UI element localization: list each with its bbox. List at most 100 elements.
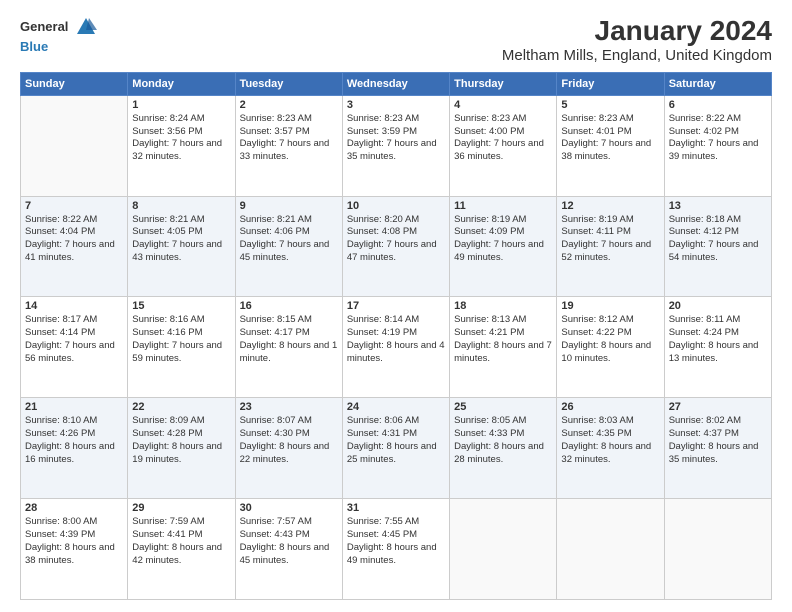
table-row: 25Sunrise: 8:05 AMSunset: 4:33 PMDayligh… [450, 398, 557, 499]
table-row: 31 Sunrise: 7:55 AMSunset: 4:45 PMDayligh… [342, 499, 449, 600]
day-info: Sunrise: 8:21 AMSunset: 4:06 PMDaylight:… [240, 214, 338, 265]
day-info: Sunrise: 8:07 AMSunset: 4:30 PMDaylight:… [240, 415, 338, 466]
day-number: 13 [669, 200, 767, 212]
day-number: 11 [454, 200, 552, 212]
col-saturday: Saturday [664, 72, 771, 95]
logo-icon [75, 16, 97, 38]
calendar-week-2: 7 Sunrise: 8:22 AMSunset: 4:04 PMDaylight… [21, 196, 772, 297]
day-info: Sunrise: 8:22 AMSunset: 4:04 PMDaylight:… [25, 214, 123, 265]
table-row [664, 499, 771, 600]
col-thursday: Thursday [450, 72, 557, 95]
day-info: Sunrise: 8:19 AMSunset: 4:09 PMDaylight:… [454, 214, 552, 265]
col-wednesday: Wednesday [342, 72, 449, 95]
logo-blue: Blue [20, 39, 48, 54]
table-row: 14 Sunrise: 8:17 AMSunset: 4:14 PMDayligh… [21, 297, 128, 398]
day-info: Sunrise: 8:03 AMSunset: 4:35 PMDaylight:… [561, 415, 659, 466]
day-info: Sunrise: 8:11 AMSunset: 4:24 PMDaylight:… [669, 314, 767, 365]
day-info: Sunrise: 8:23 AMSunset: 4:01 PMDaylight:… [561, 113, 659, 164]
day-number: 30 [240, 502, 338, 514]
table-row: 9Sunrise: 8:21 AMSunset: 4:06 PMDaylight… [235, 196, 342, 297]
page: General Blue January 2024 Meltham Mills,… [0, 0, 792, 612]
day-number: 4 [454, 99, 552, 111]
table-row: 7 Sunrise: 8:22 AMSunset: 4:04 PMDaylight… [21, 196, 128, 297]
table-row: 26Sunrise: 8:03 AMSunset: 4:35 PMDayligh… [557, 398, 664, 499]
day-info: Sunrise: 8:20 AMSunset: 4:08 PMDaylight:… [347, 214, 445, 265]
day-info: Sunrise: 8:13 AMSunset: 4:21 PMDaylight:… [454, 314, 552, 365]
table-row: 22Sunrise: 8:09 AMSunset: 4:28 PMDayligh… [128, 398, 235, 499]
day-number: 31 [347, 502, 445, 514]
table-row: 15 Sunrise: 8:16 AMSunset: 4:16 PMDayligh… [128, 297, 235, 398]
table-row: 6 Sunrise: 8:22 AMSunset: 4:02 PMDaylight… [664, 95, 771, 196]
table-row: 13 Sunrise: 8:18 AMSunset: 4:12 PMDayligh… [664, 196, 771, 297]
day-info: Sunrise: 7:55 AMSunset: 4:45 PMDaylight:… [347, 516, 445, 567]
day-number: 10 [347, 200, 445, 212]
table-row: 3 Sunrise: 8:23 AMSunset: 3:59 PMDaylight… [342, 95, 449, 196]
day-number: 17 [347, 300, 445, 312]
table-row: 28 Sunrise: 8:00 AMSunset: 4:39 PMDayligh… [21, 499, 128, 600]
table-row: 8 Sunrise: 8:21 AMSunset: 4:05 PMDaylight… [128, 196, 235, 297]
day-info: Sunrise: 8:14 AMSunset: 4:19 PMDaylight:… [347, 314, 445, 365]
calendar: Sunday Monday Tuesday Wednesday Thursday… [20, 72, 772, 600]
day-number: 18 [454, 300, 552, 312]
day-number: 29 [132, 502, 230, 514]
day-number: 2 [240, 99, 338, 111]
table-row: 19Sunrise: 8:12 AMSunset: 4:22 PMDayligh… [557, 297, 664, 398]
day-info: Sunrise: 8:09 AMSunset: 4:28 PMDaylight:… [132, 415, 230, 466]
day-number: 12 [561, 200, 659, 212]
day-number: 5 [561, 99, 659, 111]
day-number: 23 [240, 401, 338, 413]
table-row: 30 Sunrise: 7:57 AMSunset: 4:43 PMDayligh… [235, 499, 342, 600]
day-info: Sunrise: 8:21 AMSunset: 4:05 PMDaylight:… [132, 214, 230, 265]
title-block: January 2024 Meltham Mills, England, Uni… [502, 16, 772, 64]
table-row: 24 Sunrise: 8:06 AMSunset: 4:31 PMDayligh… [342, 398, 449, 499]
table-row: 23 Sunrise: 8:07 AMSunset: 4:30 PMDayligh… [235, 398, 342, 499]
day-info: Sunrise: 8:23 AMSunset: 3:57 PMDaylight:… [240, 113, 338, 164]
logo: General Blue [20, 16, 97, 56]
day-info: Sunrise: 8:16 AMSunset: 4:16 PMDaylight:… [132, 314, 230, 365]
header-row: Sunday Monday Tuesday Wednesday Thursday… [21, 72, 772, 95]
table-row: 11 Sunrise: 8:19 AMSunset: 4:09 PMDayligh… [450, 196, 557, 297]
day-number: 24 [347, 401, 445, 413]
table-row [557, 499, 664, 600]
day-info: Sunrise: 8:23 AMSunset: 3:59 PMDaylight:… [347, 113, 445, 164]
table-row: 10 Sunrise: 8:20 AMSunset: 4:08 PMDayligh… [342, 196, 449, 297]
day-number: 1 [132, 99, 230, 111]
day-number: 14 [25, 300, 123, 312]
day-info: Sunrise: 8:10 AMSunset: 4:26 PMDaylight:… [25, 415, 123, 466]
day-number: 28 [25, 502, 123, 514]
day-number: 20 [669, 300, 767, 312]
calendar-week-4: 21Sunrise: 8:10 AMSunset: 4:26 PMDayligh… [21, 398, 772, 499]
calendar-week-1: 1 Sunrise: 8:24 AMSunset: 3:56 PMDaylight… [21, 95, 772, 196]
table-row: 17 Sunrise: 8:14 AMSunset: 4:19 PMDayligh… [342, 297, 449, 398]
day-info: Sunrise: 8:19 AMSunset: 4:11 PMDaylight:… [561, 214, 659, 265]
day-number: 19 [561, 300, 659, 312]
day-info: Sunrise: 8:02 AMSunset: 4:37 PMDaylight:… [669, 415, 767, 466]
day-number: 27 [669, 401, 767, 413]
day-info: Sunrise: 8:18 AMSunset: 4:12 PMDaylight:… [669, 214, 767, 265]
table-row [450, 499, 557, 600]
table-row: 21Sunrise: 8:10 AMSunset: 4:26 PMDayligh… [21, 398, 128, 499]
day-info: Sunrise: 8:00 AMSunset: 4:39 PMDaylight:… [25, 516, 123, 567]
day-number: 25 [454, 401, 552, 413]
day-info: Sunrise: 8:23 AMSunset: 4:00 PMDaylight:… [454, 113, 552, 164]
day-number: 6 [669, 99, 767, 111]
sub-title: Meltham Mills, England, United Kingdom [502, 47, 772, 64]
day-info: Sunrise: 8:15 AMSunset: 4:17 PMDaylight:… [240, 314, 338, 365]
day-number: 7 [25, 200, 123, 212]
day-info: Sunrise: 8:17 AMSunset: 4:14 PMDaylight:… [25, 314, 123, 365]
day-number: 8 [132, 200, 230, 212]
day-info: Sunrise: 7:57 AMSunset: 4:43 PMDaylight:… [240, 516, 338, 567]
header: General Blue January 2024 Meltham Mills,… [20, 16, 772, 64]
day-info: Sunrise: 8:24 AMSunset: 3:56 PMDaylight:… [132, 113, 230, 164]
day-number: 3 [347, 99, 445, 111]
calendar-week-3: 14 Sunrise: 8:17 AMSunset: 4:14 PMDayligh… [21, 297, 772, 398]
table-row: 1 Sunrise: 8:24 AMSunset: 3:56 PMDaylight… [128, 95, 235, 196]
col-sunday: Sunday [21, 72, 128, 95]
table-row [21, 95, 128, 196]
day-number: 15 [132, 300, 230, 312]
day-info: Sunrise: 8:22 AMSunset: 4:02 PMDaylight:… [669, 113, 767, 164]
day-info: Sunrise: 7:59 AMSunset: 4:41 PMDaylight:… [132, 516, 230, 567]
table-row: 29 Sunrise: 7:59 AMSunset: 4:41 PMDayligh… [128, 499, 235, 600]
table-row: 12 Sunrise: 8:19 AMSunset: 4:11 PMDayligh… [557, 196, 664, 297]
day-info: Sunrise: 8:06 AMSunset: 4:31 PMDaylight:… [347, 415, 445, 466]
